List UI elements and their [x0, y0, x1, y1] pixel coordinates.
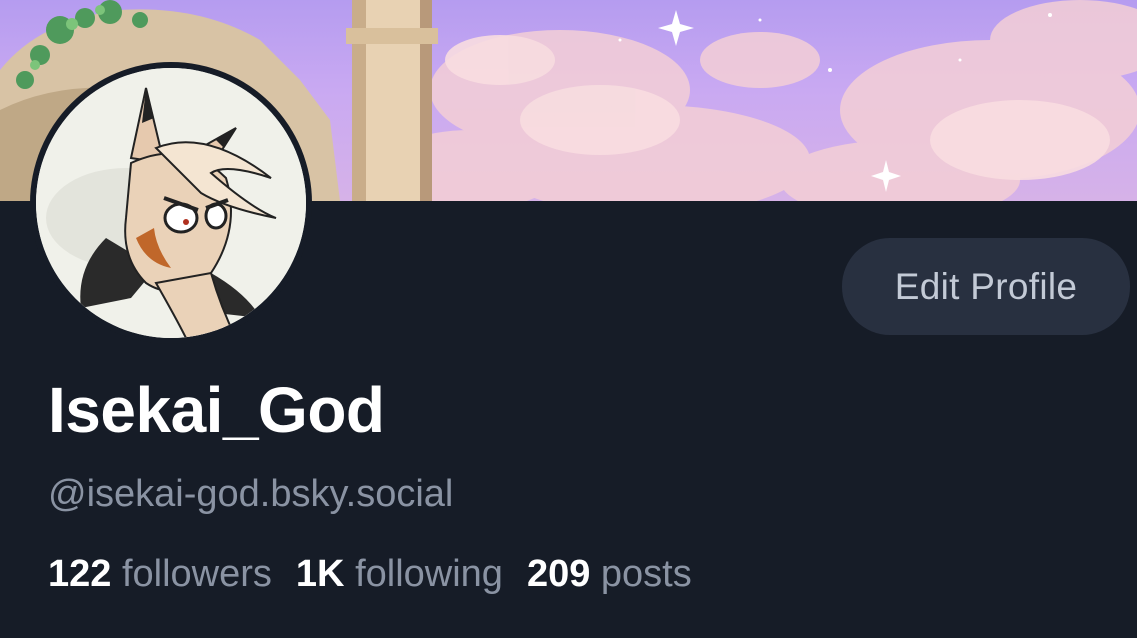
posts-count: 209 [526, 553, 591, 595]
profile-handle: @isekai-god.bsky.social [48, 473, 454, 515]
posts-stat: 209 posts [527, 553, 692, 595]
profile-stats: 122 followers 1K following 209 posts [48, 550, 716, 598]
display-name: Isekai_God [48, 374, 385, 446]
profile-page: Edit Profile Isekai_God @isekai-god.bsky… [0, 0, 1137, 638]
followers-stat[interactable]: 122 followers [48, 553, 272, 595]
avatar-image [36, 68, 306, 338]
following-label: following [355, 553, 503, 595]
followers-label: followers [121, 553, 272, 595]
following-stat[interactable]: 1K following [296, 553, 503, 595]
edit-profile-button[interactable]: Edit Profile [842, 238, 1130, 335]
avatar[interactable] [30, 62, 312, 344]
posts-label: posts [600, 553, 692, 595]
followers-count: 122 [48, 553, 112, 595]
following-count: 1K [295, 553, 345, 595]
